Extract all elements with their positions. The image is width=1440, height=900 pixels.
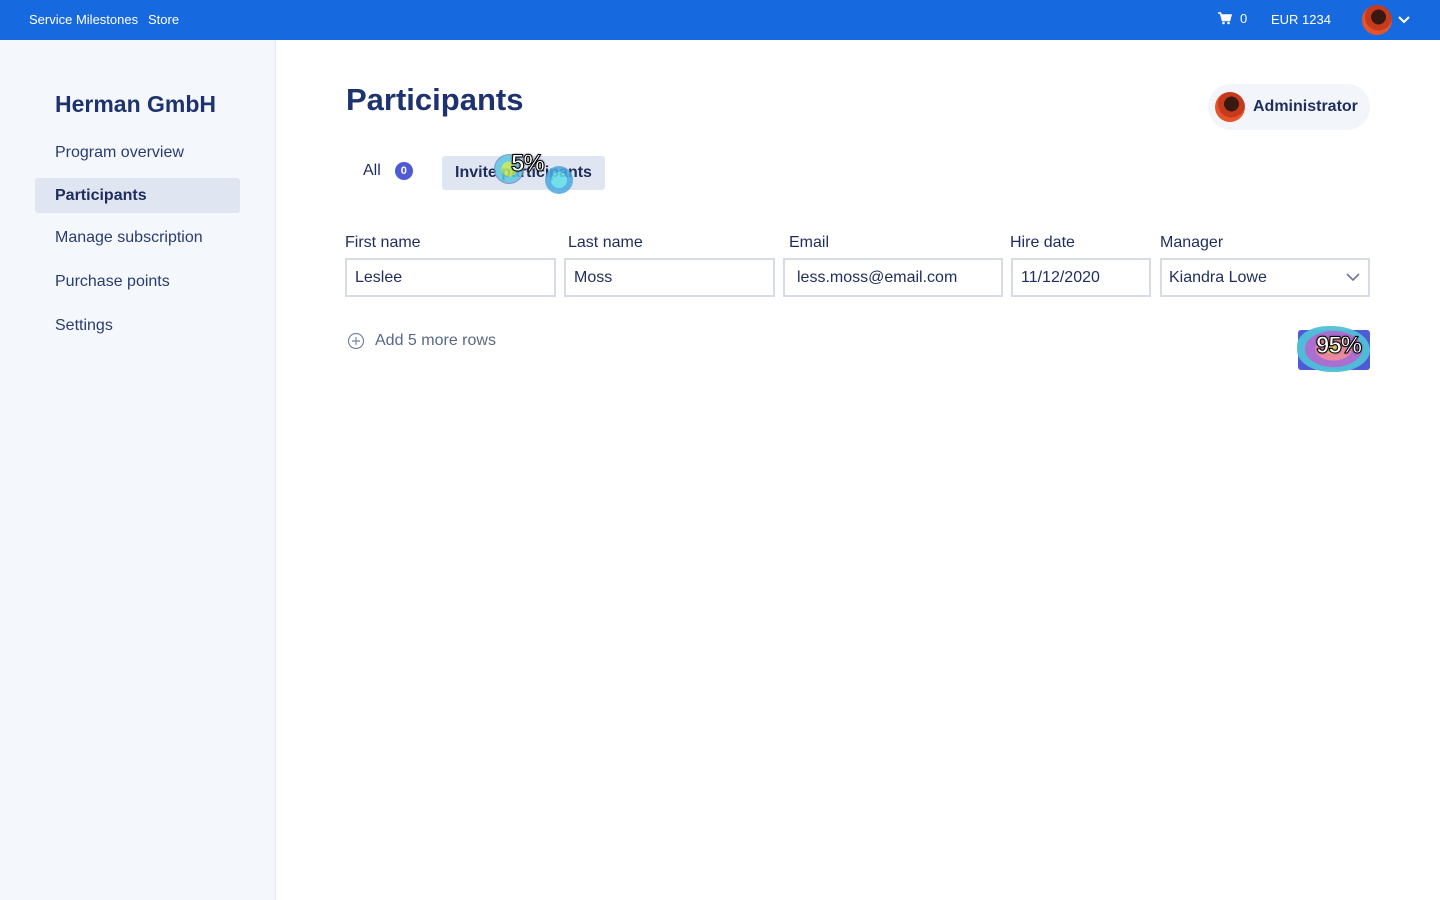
company-name: Herman GmbH	[55, 91, 217, 117]
last-name-field[interactable]	[564, 258, 775, 297]
sidebar-item-settings[interactable]: Settings	[35, 308, 240, 343]
tab-all-label: All	[363, 162, 381, 179]
cart-count: 0	[1240, 11, 1248, 26]
heatmap-percentage: 5%	[511, 150, 546, 178]
nav-link-service-milestones[interactable]: Service Milestones	[29, 12, 138, 27]
avatar	[1215, 92, 1245, 122]
add-rows-label: Add 5 more rows	[375, 332, 496, 349]
add-rows-button[interactable]: Add 5 more rows	[347, 332, 496, 350]
heatmap-blob	[545, 166, 573, 194]
sidebar: Herman GmbH Program overview Participant…	[0, 40, 276, 900]
page-title: Participants	[346, 82, 524, 117]
cart-icon	[1218, 12, 1232, 25]
first-name-label: First name	[345, 234, 421, 251]
cart-button[interactable]: 0	[1218, 11, 1247, 26]
first-name-field[interactable]	[345, 258, 556, 297]
user-menu[interactable]	[1362, 5, 1410, 35]
plus-circle-icon	[347, 332, 365, 350]
count-badge: 0	[394, 162, 413, 180]
chevron-down-icon	[1398, 16, 1410, 24]
heatmap-percentage: 95%	[1315, 332, 1362, 360]
chevron-down-icon	[1346, 273, 1360, 282]
email-label: Email	[789, 234, 830, 251]
points-balance: EUR 1234	[1271, 12, 1331, 27]
sidebar-item-program-overview[interactable]: Program overview	[35, 135, 240, 170]
last-name-label: Last name	[568, 234, 643, 251]
avatar	[1362, 5, 1392, 35]
sidebar-item-manage-subscription[interactable]: Manage subscription	[35, 220, 240, 255]
email-field[interactable]	[783, 258, 1003, 297]
manager-select-value: Kiandra Lowe	[1169, 269, 1267, 286]
role-switcher[interactable]: Administrator	[1208, 84, 1370, 130]
tab-all[interactable]: All 0	[363, 162, 413, 180]
role-label: Administrator	[1253, 98, 1358, 115]
sidebar-item-purchase-points[interactable]: Purchase points	[35, 264, 240, 299]
nav-link-store[interactable]: Store	[148, 12, 179, 27]
hire-date-field[interactable]	[1011, 258, 1151, 297]
top-navbar: Service Milestones Store 0 EUR 1234	[0, 0, 1440, 40]
manager-select[interactable]: Kiandra Lowe	[1160, 258, 1370, 297]
sidebar-item-participants[interactable]: Participants	[35, 178, 240, 213]
manager-label: Manager	[1160, 234, 1224, 251]
hire-date-label: Hire date	[1010, 234, 1075, 251]
